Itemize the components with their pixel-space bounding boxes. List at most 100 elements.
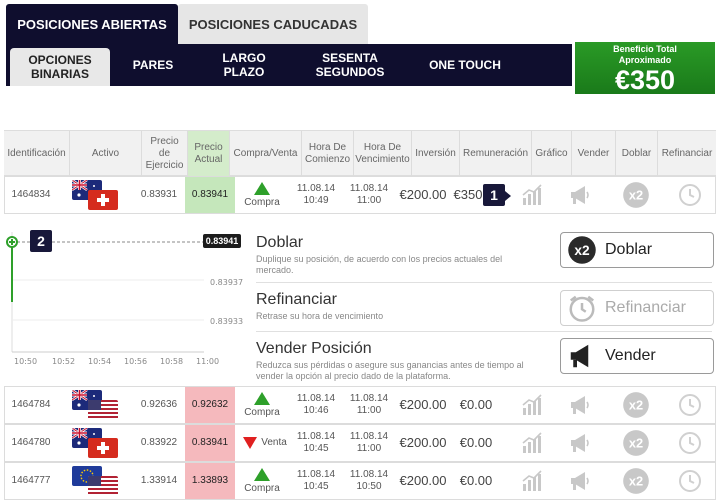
sell-button-label: Vender — [605, 347, 656, 364]
alarm-clock-icon — [569, 295, 595, 322]
chart-button[interactable] — [517, 425, 547, 461]
cell-id: 1464784 — [11, 399, 51, 410]
sell-button[interactable] — [565, 177, 595, 213]
header-double: Doblar — [616, 131, 658, 177]
subtab-one-touch[interactable]: ONE TOUCH — [410, 44, 520, 86]
up-arrow-icon — [254, 467, 270, 481]
price-chart-svg — [6, 232, 204, 353]
x-tick-label: 10:54 — [88, 357, 112, 366]
start-date: 11.08.14 — [296, 183, 336, 194]
cell-expiry-time: 11.08.14 11:00 — [345, 387, 393, 423]
subtab-long-term[interactable]: LARGO PLAZO — [202, 44, 286, 86]
x-tick-label: 10:50 — [14, 357, 38, 366]
cell-start-time: 11.08.14 10:45 — [293, 463, 339, 499]
expiry-time: 10:50 — [356, 481, 382, 492]
total-profit-box: Beneficio Total Aproximado €350 — [575, 42, 715, 94]
double-button-label: Doblar — [605, 241, 653, 258]
profit-label-line2: Aproximado — [618, 55, 672, 65]
cell-asset — [65, 177, 125, 213]
chart-button[interactable] — [517, 387, 547, 423]
table-row[interactable]: 1464784 0.92636 0.92632 Compra 11.08.14 … — [4, 386, 716, 424]
divider — [256, 282, 712, 283]
flag-us-icon — [88, 400, 118, 420]
subtab-pairs[interactable]: PARES — [116, 44, 190, 86]
cell-investment: €200.00 — [399, 435, 447, 450]
price-chart — [4, 232, 242, 372]
cell-asset — [65, 463, 125, 499]
sell-action-button[interactable]: Vender — [560, 338, 714, 374]
total-profit-label: Beneficio Total Aproximado — [575, 42, 715, 66]
sell-button[interactable] — [565, 425, 595, 461]
megaphone-icon — [568, 431, 592, 455]
table-row[interactable]: 1464780 0.83922 0.83941 Venta 11.08.14 1… — [4, 424, 716, 462]
option-type-nav: OPCIONES BINARIAS PARES LARGO PLAZO SESENT… — [6, 44, 572, 86]
direction-label: Compra — [244, 196, 280, 208]
x-tick-label: 10:52 — [52, 357, 76, 366]
y-tick-label: 0.83937 — [210, 278, 244, 287]
x2-icon — [622, 391, 650, 419]
double-action-button[interactable]: x2 Doblar — [560, 232, 714, 268]
cell-investment: €200.00 — [399, 187, 447, 202]
sell-button[interactable] — [565, 387, 595, 423]
double-button[interactable] — [619, 425, 653, 461]
header-expiry-l2: Vencimiento — [355, 154, 410, 165]
header-refinance: Refinanciar — [661, 148, 713, 159]
flag-ch-icon — [88, 190, 118, 210]
cell-investment: €200.00 — [399, 397, 447, 412]
start-date: 11.08.14 — [296, 393, 336, 404]
subtab-sixty-seconds[interactable]: SESENTA SEGUNDOS — [302, 44, 398, 86]
double-button[interactable] — [619, 177, 653, 213]
refinance-button[interactable] — [673, 177, 707, 213]
cell-direction: Compra — [235, 463, 289, 499]
cell-direction: Compra — [235, 177, 289, 213]
flag-ch-icon — [88, 438, 118, 458]
clock-icon — [678, 393, 702, 417]
expiry-time: 11:00 — [356, 195, 382, 206]
expiry-date: 11.08.14 — [349, 393, 389, 404]
refinance-button[interactable] — [673, 425, 707, 461]
expiry-time: 11:00 — [356, 443, 382, 454]
cell-payout: €0.00 — [459, 435, 493, 450]
megaphone-icon — [568, 393, 592, 417]
flag-us-icon — [88, 476, 118, 496]
refinance-button[interactable] — [673, 387, 707, 423]
refinance-button[interactable] — [673, 463, 707, 499]
table-row[interactable]: 1464777 1.33914 1.33893 Compra 11.08.14 … — [4, 462, 716, 500]
current-price-tag: 0.83941 — [203, 234, 241, 248]
expiry-date: 11.08.14 — [349, 431, 389, 442]
cell-strike: 1.33914 — [140, 475, 178, 486]
cell-strike: 0.92636 — [140, 399, 178, 410]
profit-label-line1: Beneficio Total — [613, 44, 677, 54]
header-strike-l1: Precio — [150, 136, 179, 147]
subtab-binary-options[interactable]: OPCIONES BINARIAS — [10, 48, 110, 86]
double-description: Duplique su posición, de acuerdo con los… — [256, 254, 503, 275]
header-current-l1: Precio — [194, 142, 223, 153]
cell-payout: €0.00 — [459, 473, 493, 488]
header-payout: Remuneración — [460, 131, 532, 177]
megaphone-icon — [568, 469, 592, 493]
cell-expiry-time: 11.08.14 11:00 — [345, 425, 393, 461]
bar-chart-icon — [520, 431, 544, 455]
header-strike-l2: de — [158, 148, 171, 159]
total-profit-value: €350 — [614, 65, 676, 95]
table-row[interactable]: 1464834 0.83931 0.83941 Compra 11.08.14 … — [4, 176, 716, 214]
refinance-action-button[interactable]: Refinanciar — [560, 290, 714, 326]
divider — [256, 331, 712, 332]
start-time: 10:45 — [303, 443, 329, 454]
cell-direction: Venta — [235, 425, 295, 461]
double-button[interactable] — [619, 387, 653, 423]
double-button[interactable] — [619, 463, 653, 499]
svg-text:x2: x2 — [574, 243, 590, 258]
asset-flags-aud-chf — [70, 427, 120, 459]
bar-chart-icon — [520, 469, 544, 493]
tab-open-positions[interactable]: POSICIONES ABIERTAS — [6, 4, 178, 44]
sell-button[interactable] — [565, 463, 595, 499]
subtab-sixty-line2: SEGUNDOS — [315, 65, 385, 79]
header-current-price: Precio Actual — [188, 131, 230, 177]
chart-button[interactable] — [517, 177, 547, 213]
tab-expired-positions[interactable]: POSICIONES CADUCADAS — [178, 4, 368, 44]
cell-start-time: 11.08.14 10:46 — [293, 387, 339, 423]
direction-label: Compra — [244, 482, 280, 494]
chart-button[interactable] — [517, 463, 547, 499]
clock-icon — [678, 431, 702, 455]
